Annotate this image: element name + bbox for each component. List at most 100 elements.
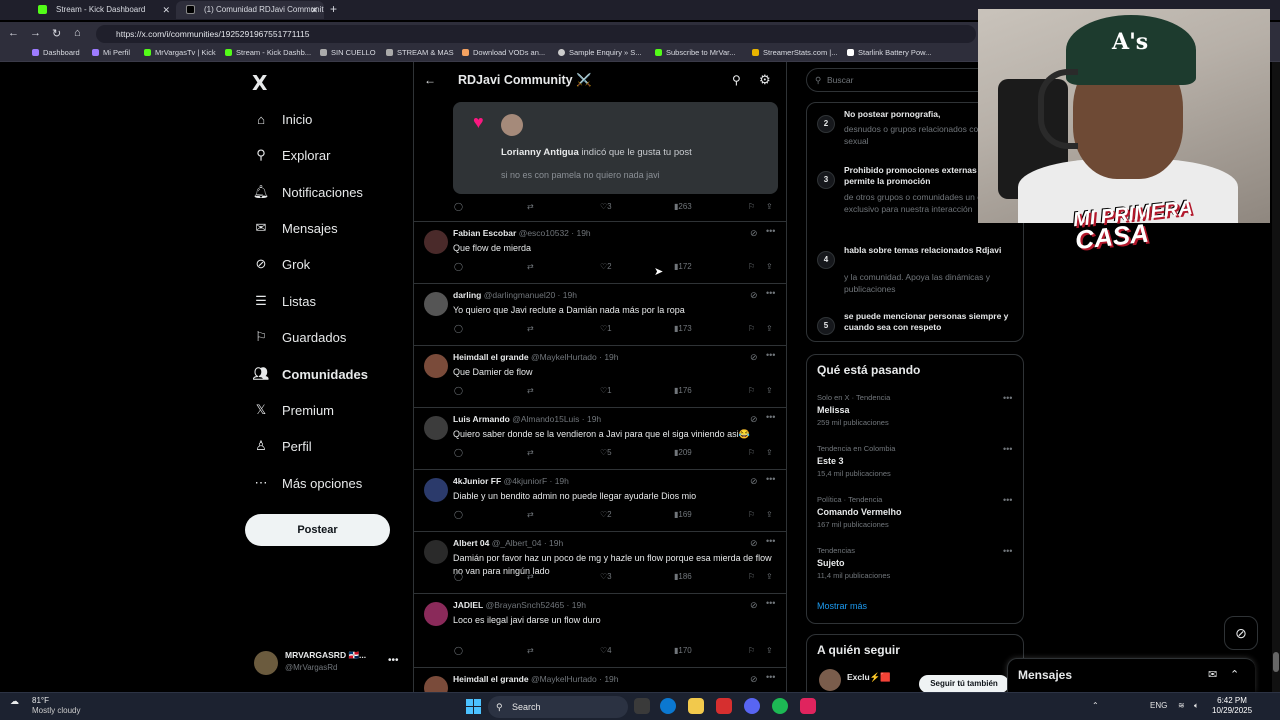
more-icon[interactable]: ••• <box>766 474 775 484</box>
sidebar-item-mas-opciones[interactable]: ⋯ Más opciones <box>252 469 363 497</box>
views-count[interactable]: ▮ 170 <box>674 646 692 655</box>
views-count[interactable]: ▮ 173 <box>674 324 692 333</box>
more-icon[interactable]: ••• <box>766 672 775 682</box>
author-name[interactable]: 4kJunior FF <box>453 476 501 486</box>
forward-icon[interactable]: → <box>30 27 41 39</box>
reply-icon[interactable]: ◯ <box>454 324 463 333</box>
tweet[interactable]: Fabian Escobar @esco10532 · 19h ⊘ ••• Que f… <box>414 222 786 284</box>
bookmark-icon[interactable]: ⚐ <box>748 646 755 655</box>
like-button[interactable]: ♡ 2 <box>600 262 612 271</box>
grok-icon[interactable]: ⊘ <box>750 414 758 425</box>
grok-icon[interactable]: ⊘ <box>750 290 758 301</box>
sidebar-item-comunidades[interactable]: 👥︎ Comunidades <box>252 360 368 388</box>
tweet[interactable]: 4kJunior FF @4kjuniorF · 19h ⊘ ••• Diable y… <box>414 470 786 532</box>
chevron-up-icon[interactable]: ⌃ <box>1230 668 1239 681</box>
url-input[interactable]: https://x.com/i/communities/192529196755… <box>96 25 976 43</box>
bookmark-icon[interactable]: ⚐ <box>748 510 755 519</box>
more-icon[interactable]: ••• <box>1003 393 1012 403</box>
more-icon[interactable]: ••• <box>766 536 775 546</box>
like-button[interactable]: ♡ 4 <box>600 646 612 655</box>
sidebar-item-notificaciones[interactable]: 🔔︎ Notificaciones <box>252 178 363 206</box>
app-icon[interactable] <box>800 698 816 714</box>
retweet-icon[interactable]: ⇄ <box>527 262 534 271</box>
author-name[interactable]: Fabian Escobar <box>453 228 516 238</box>
grok-icon[interactable]: ⊘ <box>750 476 758 487</box>
sidebar-item-perfil[interactable]: ♙ Perfil <box>252 432 311 460</box>
sidebar-item-mensajes[interactable]: ✉ Mensajes <box>252 214 338 242</box>
bookmark-item[interactable]: Dashboard <box>32 48 80 57</box>
grok-icon[interactable]: ⊘ <box>750 674 758 685</box>
grok-icon[interactable]: ⊘ <box>750 228 758 239</box>
retweet-icon[interactable]: ⇄ <box>527 202 534 211</box>
x-logo-icon[interactable]: X <box>252 71 267 95</box>
grok-icon[interactable]: ⊘ <box>750 538 758 549</box>
reply-icon[interactable]: ◯ <box>454 448 463 457</box>
file-explorer-icon[interactable] <box>688 698 704 714</box>
search-input[interactable]: ⚲ Buscar <box>806 68 1006 92</box>
back-arrow-icon[interactable]: ← <box>424 73 436 87</box>
tweet[interactable]: Albert 04 @_Albert_04 · 19h ⊘ ••• Damián po… <box>414 532 786 594</box>
account-switcher[interactable]: MRVARGASRD 🇩🇴... @MrVargasRd ••• <box>254 650 404 676</box>
bookmark-icon[interactable]: ⚐ <box>748 386 755 395</box>
more-icon[interactable]: ••• <box>1003 546 1012 556</box>
views-count[interactable]: ▮ 186 <box>674 572 692 581</box>
author-name[interactable]: Heimdall el grande <box>453 352 529 362</box>
avatar[interactable] <box>424 416 448 440</box>
language-indicator[interactable]: ENG <box>1150 701 1167 710</box>
retweet-icon[interactable]: ⇄ <box>527 324 534 333</box>
grok-icon[interactable]: ⊘ <box>750 352 758 363</box>
scrollbar[interactable] <box>1272 62 1280 692</box>
sidebar-item-guardados[interactable]: ⚐ Guardados <box>252 323 346 351</box>
more-icon[interactable]: ••• <box>766 412 775 422</box>
more-icon[interactable]: ••• <box>388 655 399 666</box>
more-icon[interactable]: ••• <box>766 288 775 298</box>
bookmark-item[interactable]: StreamerStats.com |... <box>752 48 837 57</box>
windows-start-icon[interactable] <box>466 699 481 714</box>
like-button[interactable]: ♡ 2 <box>600 510 612 519</box>
author-name[interactable]: Luis Armando <box>453 414 510 424</box>
more-icon[interactable]: ••• <box>766 598 775 608</box>
volume-icon[interactable]: 🔈︎ <box>1194 701 1199 711</box>
share-icon[interactable]: ⇪ <box>766 386 773 395</box>
avatar[interactable] <box>424 230 448 254</box>
bookmark-item[interactable]: Subscribe to MrVar... <box>655 48 735 57</box>
sidebar-item-grok[interactable]: ⊘ Grok <box>252 250 311 278</box>
grok-float-button[interactable]: ⊘ <box>1224 616 1258 650</box>
home-icon[interactable]: ⌂ <box>74 27 81 39</box>
clock[interactable]: 6:42 PM 10/29/2025 <box>1212 696 1252 716</box>
share-icon[interactable]: ⇪ <box>766 202 773 211</box>
views-count[interactable]: ▮ 263 <box>674 202 692 211</box>
like-button[interactable]: ♡ 3 <box>600 202 612 211</box>
bookmark-icon[interactable]: ⚐ <box>748 448 755 457</box>
share-icon[interactable]: ⇪ <box>766 262 773 271</box>
avatar[interactable] <box>424 478 448 502</box>
avatar[interactable] <box>424 676 448 692</box>
like-button[interactable]: ♡ 3 <box>600 572 612 581</box>
sidebar-item-inicio[interactable]: ⌂ Inicio <box>252 105 312 133</box>
gear-icon[interactable]: ⚙ <box>759 72 771 88</box>
back-icon[interactable]: ← <box>8 27 19 39</box>
bookmark-item[interactable]: Starlink Battery Pow... <box>847 48 931 57</box>
tab-kick-dashboard[interactable]: Stream - Kick Dashboard ✕ <box>28 1 176 19</box>
avatar[interactable] <box>424 354 448 378</box>
more-icon[interactable]: ••• <box>766 226 775 236</box>
grok-icon[interactable]: ⊘ <box>750 600 758 611</box>
retweet-icon[interactable]: ⇄ <box>527 386 534 395</box>
show-more-link[interactable]: Mostrar más <box>817 601 867 611</box>
trend-item[interactable]: Solo en X · Tendencia Melissa 259 mil pu… <box>817 393 1017 427</box>
bookmark-item[interactable]: Stream - Kick Dashb... <box>225 48 311 57</box>
reply-icon[interactable]: ◯ <box>454 510 463 519</box>
bookmark-icon[interactable]: ⚐ <box>748 262 755 271</box>
weather-widget[interactable]: ☁ 81°F Mostly cloudy <box>10 696 80 715</box>
tweet[interactable]: Heimdall el grande @MaykelHurtado · 19h ⊘… <box>414 346 786 408</box>
task-view-icon[interactable] <box>634 698 650 714</box>
bookmark-item[interactable]: MrVargasTv | Kick <box>144 48 216 57</box>
retweet-icon[interactable]: ⇄ <box>527 646 534 655</box>
retweet-icon[interactable]: ⇄ <box>527 448 534 457</box>
tweet[interactable]: JADIEL @BrayanSnch52465 · 19h ⊘ ••• Loco es… <box>414 594 786 668</box>
edge-icon[interactable] <box>660 698 676 714</box>
avatar[interactable] <box>424 602 448 626</box>
bookmark-icon[interactable]: ⚐ <box>748 324 755 333</box>
views-count[interactable]: ▮ 172 <box>674 262 692 271</box>
bookmark-icon[interactable]: ⚐ <box>748 202 755 211</box>
